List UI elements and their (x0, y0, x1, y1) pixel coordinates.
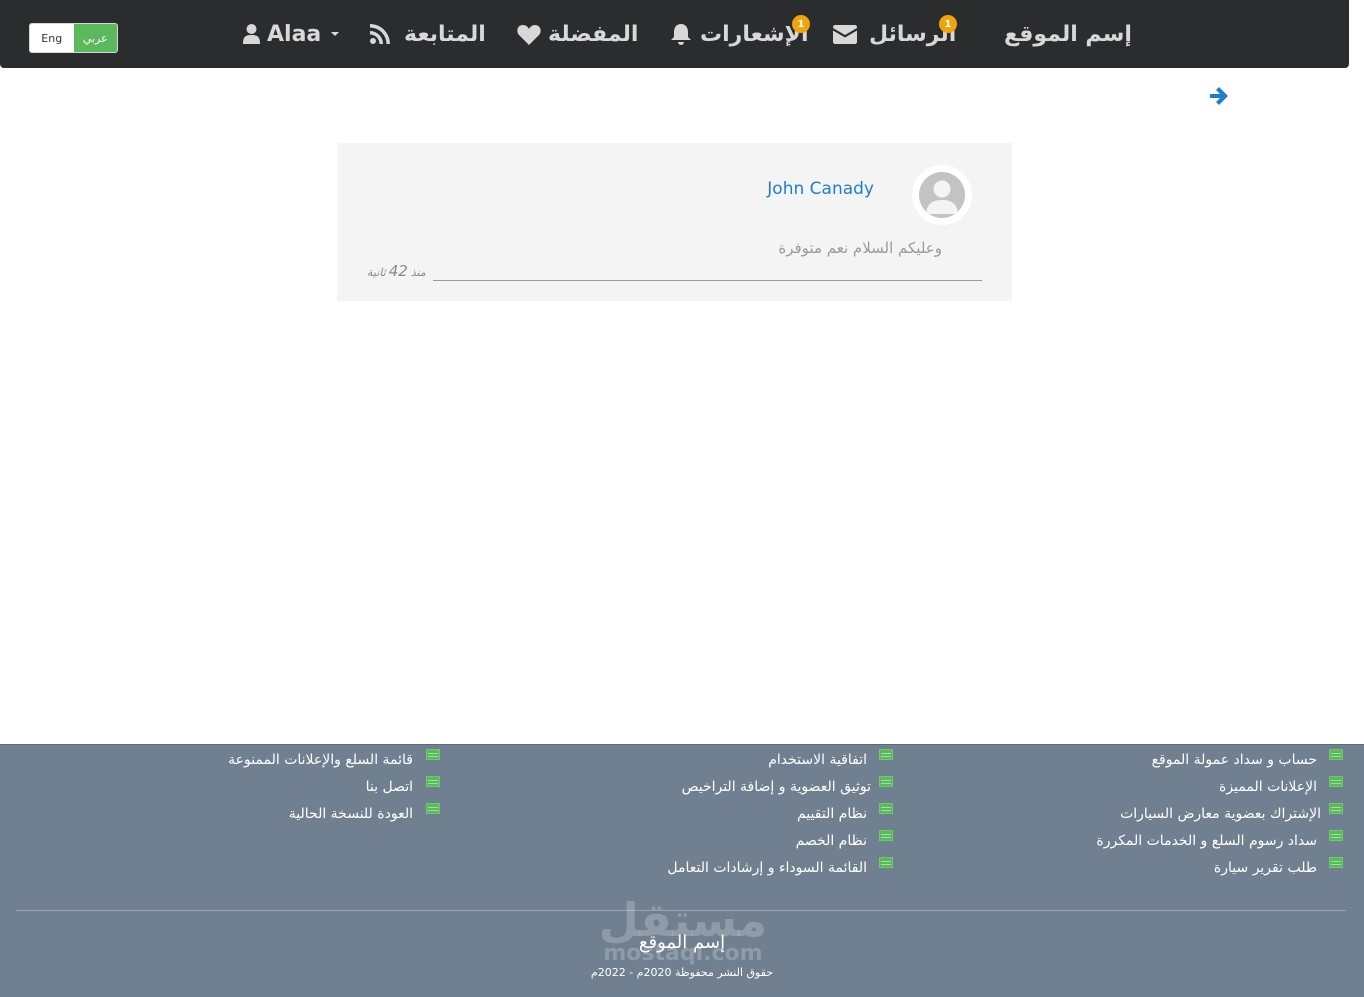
arrow-right-icon[interactable] (1209, 86, 1229, 106)
nav-messages[interactable]: الرسائل 1 (833, 15, 957, 50)
footer-copyright: حقوق النشر محفوظة 2020م - 2022م (590, 966, 774, 979)
heart-icon (517, 24, 541, 45)
footer-link[interactable]: اتفاقية الاستخدام (768, 752, 867, 768)
user-menu-dropdown[interactable]: Alaa (243, 18, 340, 50)
list-icon (879, 857, 893, 868)
footer-link[interactable]: نظام التقييم (797, 806, 867, 822)
footer-link[interactable]: الإعلانات المميزة (1219, 779, 1317, 795)
user-icon (243, 24, 260, 44)
bell-icon (671, 24, 691, 45)
list-icon (1329, 776, 1343, 787)
time-value: 42 (388, 262, 408, 280)
footer-link[interactable]: نظام الخصم (796, 833, 867, 849)
nav-notifications[interactable]: الإشعارات 1 (670, 15, 810, 50)
rss-icon (370, 24, 390, 44)
nav-favorites[interactable]: المفضلة (517, 18, 638, 50)
list-icon (1329, 749, 1343, 760)
avatar[interactable] (912, 165, 972, 225)
list-icon (879, 776, 893, 787)
list-icon (879, 830, 893, 841)
footer-site-name: إسم الموقع (638, 932, 726, 953)
list-icon (1329, 830, 1343, 841)
site-name-brand[interactable]: إسم الموقع (1004, 18, 1132, 50)
notifications-count-badge: 1 (792, 15, 810, 33)
envelope-icon (833, 24, 857, 44)
site-name-label: إسم الموقع (1004, 21, 1132, 47)
messages-count-badge: 1 (939, 15, 957, 33)
user-name: Alaa (267, 21, 322, 47)
message-timestamp: منذ 42 ثانية (367, 262, 426, 280)
nav-following[interactable]: المتابعة (370, 18, 486, 50)
list-icon (1329, 803, 1343, 814)
list-icon (879, 749, 893, 760)
footer-link[interactable]: العودة للنسخة الحالية (289, 806, 413, 822)
site-footer: حساب و سداد عمولة الموقع الإعلانات الممي… (0, 744, 1364, 997)
lang-arabic-option[interactable]: عربي (73, 24, 117, 52)
footer-link[interactable]: الإشتراك بعضوية معارض السيارات (1120, 806, 1321, 822)
footer-link[interactable]: توثيق العضوية و إضافة التراخيص (682, 779, 871, 795)
time-unit: ثانية (367, 266, 386, 279)
top-navbar: Eng عربي Alaa المتابعة المفضلة الإشعارات… (0, 0, 1349, 68)
footer-link[interactable]: طلب تقرير سيارة (1214, 860, 1317, 876)
message-sender-link[interactable]: John Canady (767, 179, 874, 199)
caret-down-icon (331, 32, 340, 36)
message-body: وعليكم السلام نعم متوفرة (778, 239, 942, 257)
footer-link[interactable]: القائمة السوداء و إرشادات التعامل (667, 860, 867, 876)
nav-favorites-label: المفضلة (548, 21, 639, 47)
message-card: John Canady وعليكم السلام نعم متوفرة منذ… (337, 143, 1012, 301)
list-icon (426, 803, 440, 814)
list-icon (1329, 857, 1343, 868)
footer-link[interactable]: قائمة السلع والإعلانات الممنوعة (228, 752, 413, 768)
language-toggle[interactable]: Eng عربي (29, 23, 118, 53)
footer-link[interactable]: سداد رسوم السلع و الخدمات المكررة (1096, 833, 1317, 849)
footer-link[interactable]: اتصل بنا (366, 779, 413, 795)
list-icon (879, 803, 893, 814)
list-icon (426, 776, 440, 787)
nav-following-label: المتابعة (404, 21, 486, 47)
message-divider (433, 280, 982, 281)
default-avatar-icon (919, 172, 965, 218)
list-icon (426, 749, 440, 760)
footer-link[interactable]: حساب و سداد عمولة الموقع (1152, 752, 1317, 768)
time-prefix: منذ (410, 266, 426, 279)
lang-english-option[interactable]: Eng (30, 24, 74, 52)
